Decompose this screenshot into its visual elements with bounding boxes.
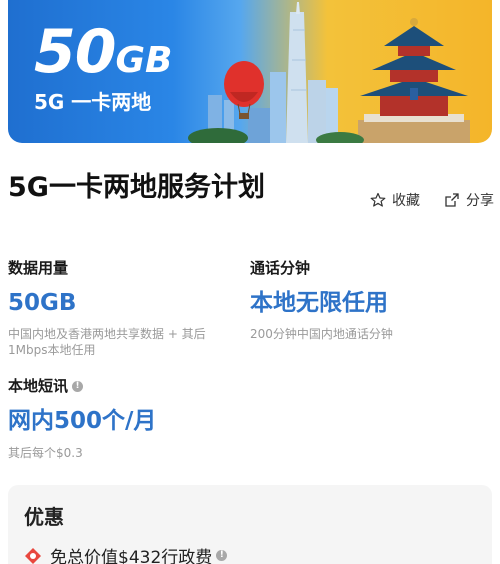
local-sms-label-row: 本地短讯! <box>8 376 84 396</box>
data-usage-note-line1: 中国内地及香港两地共享数据 + 其后 <box>8 327 206 341</box>
call-minutes-value: 本地无限任用 <box>250 290 388 316</box>
favorite-button[interactable]: 收藏 <box>370 190 420 210</box>
share-label: 分享 <box>466 193 494 209</box>
local-sms-value: 网内500个/月 <box>8 408 157 434</box>
favorite-label: 收藏 <box>392 193 420 209</box>
star-icon <box>370 192 386 207</box>
offer-item: 免总价值$432行政费 ! <box>24 543 228 564</box>
promo-banner[interactable]: 50GB 5G 一卡两地 <box>8 0 492 143</box>
data-usage-value: 50GB <box>8 290 77 316</box>
data-usage-label: 数据用量 <box>8 259 69 277</box>
banner-subtitle: 5G 一卡两地 <box>34 90 152 114</box>
offers-card: 优惠 免总价值$432行政费 ! <box>8 485 492 564</box>
call-minutes-note: 200分钟中国内地通话分钟 <box>250 327 393 341</box>
banner-data-amount: 50GB <box>34 17 173 87</box>
call-minutes-label: 通话分钟 <box>250 259 311 277</box>
skyscraper-shape <box>286 12 308 143</box>
share-button[interactable]: 分享 <box>444 190 494 210</box>
local-sms-note: 其后每个$0.3 <box>8 446 83 460</box>
temple-shape <box>358 18 470 143</box>
offer-item-text: 免总价值$432行政费 <box>50 548 213 564</box>
data-usage-note-line2: 1Mbps本地任用 <box>8 343 96 357</box>
page-title: 5G一卡两地服务计划 <box>8 172 265 203</box>
offers-title: 优惠 <box>24 505 64 529</box>
discount-tag-icon <box>25 547 41 564</box>
share-icon <box>445 193 459 207</box>
local-sms-label: 本地短讯 <box>8 377 69 395</box>
info-icon[interactable]: ! <box>72 381 84 392</box>
info-icon[interactable]: ! <box>216 550 228 561</box>
